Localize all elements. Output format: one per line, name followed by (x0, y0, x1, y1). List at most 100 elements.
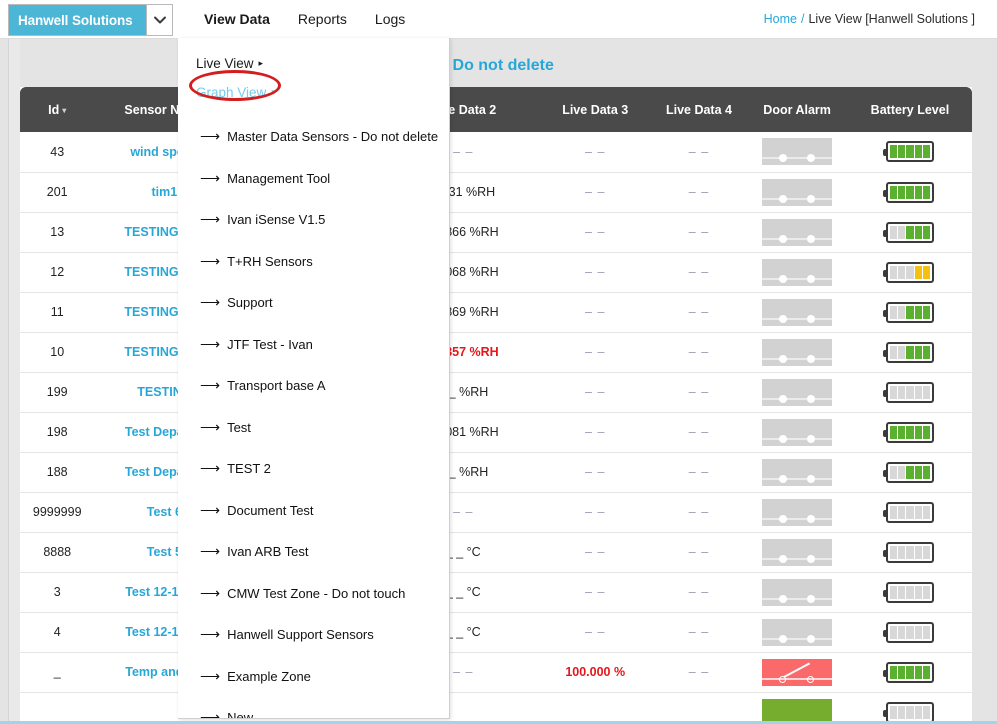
chevron-down-icon[interactable] (146, 5, 172, 35)
column-header-door-alarm[interactable]: Door Alarm (746, 87, 848, 132)
table-row[interactable]: 199TESTING°C_ _ %RH– –– – (20, 372, 972, 413)
cell-door-alarm (746, 252, 848, 293)
zone-menu-item[interactable]: ⟶ CMW Test Zone - Do not touch (178, 573, 449, 615)
zone-menu-list: ⟶ Master Data Sensors - Do not delete ⟶ Man… (178, 116, 449, 718)
table-row[interactable] (20, 692, 972, 724)
top-header-bar: Hanwell Solutions View Data Reports Logs… (0, 0, 997, 39)
zone-menu-item[interactable]: ⟶ Master Data Sensors - Do not delete (178, 116, 449, 158)
sort-caret-icon: ▾ (62, 105, 67, 115)
cell-live-data-4-value: – – (688, 305, 710, 319)
column-header-battery-level[interactable]: Battery Level (847, 87, 972, 132)
breadcrumb-home-link[interactable]: Home (764, 12, 797, 26)
table-row[interactable]: 4Test 12-13-19°C_ _ °C– –– – (20, 612, 972, 653)
table-row[interactable]: 11TESTING --904 °C29.869 %RH– –– – (20, 292, 972, 333)
cell-live-data-3: – – (538, 292, 652, 333)
cell-door-alarm (746, 292, 848, 333)
cell-door-alarm (746, 332, 848, 373)
cell-battery-level (847, 452, 972, 493)
cell-id: 3 (20, 572, 95, 613)
table-row[interactable]: _Temp and Do0 °C– –100.000 %– – (20, 652, 972, 693)
cell-live-data-4: – – (651, 532, 747, 573)
menu-item-graph-view[interactable]: Graph View ▾ (196, 79, 449, 108)
zone-menu-item[interactable]: ⟶ TEST 2 (178, 448, 449, 490)
cell-door-alarm (746, 652, 848, 693)
table-row[interactable]: 201tim126 °C9.031 %RH– –– – (20, 172, 972, 213)
cell-live-data-4: – – (651, 612, 747, 653)
zone-menu-item[interactable]: ⟶ Ivan ARB Test (178, 531, 449, 573)
table-row[interactable]: 9999999 Test 6 – – – – – – (20, 492, 972, 533)
nav-reports[interactable]: Reports (284, 0, 361, 38)
cell-live-data-4-value: – – (688, 465, 710, 479)
zone-menu-item[interactable]: ⟶ Support (178, 282, 449, 324)
table-row[interactable]: 13TESTING --902 °C36.866 %RH– –– – (20, 212, 972, 253)
zone-menu-item[interactable]: ⟶ Example Zone (178, 656, 449, 698)
zone-menu-item-label: Master Data Sensors - Do not delete (227, 129, 439, 145)
cell-door-alarm (746, 212, 848, 253)
table-row[interactable]: 43 wind speed – – – – – – (20, 132, 972, 173)
door-alarm-indicator (762, 138, 833, 166)
battery-icon (882, 661, 934, 683)
cell-battery-level (847, 492, 972, 533)
cell-live-data-3-value: – – (585, 425, 606, 439)
zone-menu-item[interactable]: ⟶ New (178, 697, 449, 718)
zone-selector[interactable]: Hanwell Solutions (8, 4, 173, 36)
cell-id: 8888 (20, 532, 95, 573)
table-row[interactable]: 10TESTING --908 °C36.357 %RH– –– – (20, 332, 972, 373)
breadcrumb-current: Live View [Hanwell Solutions ] (808, 12, 975, 26)
cell-live-data-4: – – (651, 172, 747, 213)
table-row[interactable]: 3Test 12-13-19°C_ _ °C– –– – (20, 572, 972, 613)
cell-live-data-4: – – (651, 252, 747, 293)
battery-icon (882, 541, 934, 563)
cell-live-data-4-value: – – (688, 665, 710, 679)
cell-battery-level (847, 292, 972, 333)
zone-menu-item[interactable]: ⟶ Management Tool (178, 158, 449, 200)
cell-id: 13 (20, 212, 95, 253)
nav-view-data[interactable]: View Data (190, 0, 284, 38)
zone-menu-item[interactable]: ⟶ Document Test (178, 490, 449, 532)
cell-live-data-3-value: – – (585, 345, 606, 359)
submenu-caret-icon: ▸ (258, 58, 264, 68)
cell-live-data-2-value: _ _ °C (445, 585, 481, 599)
zone-menu-item[interactable]: ⟶ T+RH Sensors (178, 241, 449, 283)
zone-menu-item[interactable]: ⟶ Test (178, 407, 449, 449)
sensor-name-link[interactable]: Test 6 (147, 505, 182, 519)
arrow-right-icon: ⟶ (200, 252, 221, 269)
battery-icon (882, 421, 934, 443)
door-alarm-indicator (762, 538, 833, 566)
column-header-live-data-3[interactable]: Live Data 3 (538, 87, 652, 132)
column-header-live-data-4[interactable]: Live Data 4 (651, 87, 747, 132)
arrow-right-icon: ⟶ (200, 667, 221, 684)
sensor-name-link[interactable]: Test 5 (147, 545, 182, 559)
cell-battery-level (847, 212, 972, 253)
cell-live-data-4: – – (651, 572, 747, 613)
left-scroll-track[interactable] (9, 39, 20, 724)
cell-door-alarm (746, 172, 848, 213)
zone-menu-item[interactable]: ⟶ Hanwell Support Sensors (178, 614, 449, 656)
cell-live-data-2-value: _ _ °C (445, 625, 481, 639)
zone-menu-item[interactable]: ⟶ JTF Test - Ivan (178, 324, 449, 366)
table-row[interactable]: 8888Test 5(ppm)_ _ °C– –– – (20, 532, 972, 573)
arrow-right-icon: ⟶ (200, 584, 221, 601)
battery-icon (882, 261, 934, 283)
zone-menu-item[interactable]: ⟶ Ivan iSense V1.5 (178, 199, 449, 241)
battery-icon (882, 581, 934, 603)
cell-id: 10 (20, 332, 95, 373)
cell-live-data-3-value: – – (585, 185, 606, 199)
door-alarm-indicator (762, 258, 833, 286)
zone-menu-item-label: TEST 2 (227, 461, 271, 477)
zone-menu-item[interactable]: ⟶ Transport base A (178, 365, 449, 407)
battery-icon (882, 461, 934, 483)
table-row[interactable]: 12TESTING --905 °C33.068 %RH– –– – (20, 252, 972, 293)
zone-menu-item-label: Transport base A (227, 378, 326, 394)
table-row[interactable]: 198Test Departm7 °C32.081 %RH– –– – (20, 412, 972, 453)
column-header-id[interactable]: Id ▾ (20, 87, 95, 132)
arrow-right-icon: ⟶ (200, 128, 221, 145)
zone-menu-item-label: Management Tool (227, 170, 331, 186)
nav-logs[interactable]: Logs (361, 0, 419, 38)
cell-door-alarm (746, 532, 848, 573)
sensor-name-link[interactable]: tim1 (152, 185, 178, 199)
cell-id: 188 (20, 452, 95, 493)
menu-item-live-view[interactable]: Live View ▸ (196, 50, 449, 79)
table-row[interactable]: 188Test Departm°C_ _ %RH– –– – (20, 452, 972, 493)
view-data-dropdown-panel: Live View ▸ Graph View ▾ ⟶ Master Data Sens… (178, 38, 450, 719)
